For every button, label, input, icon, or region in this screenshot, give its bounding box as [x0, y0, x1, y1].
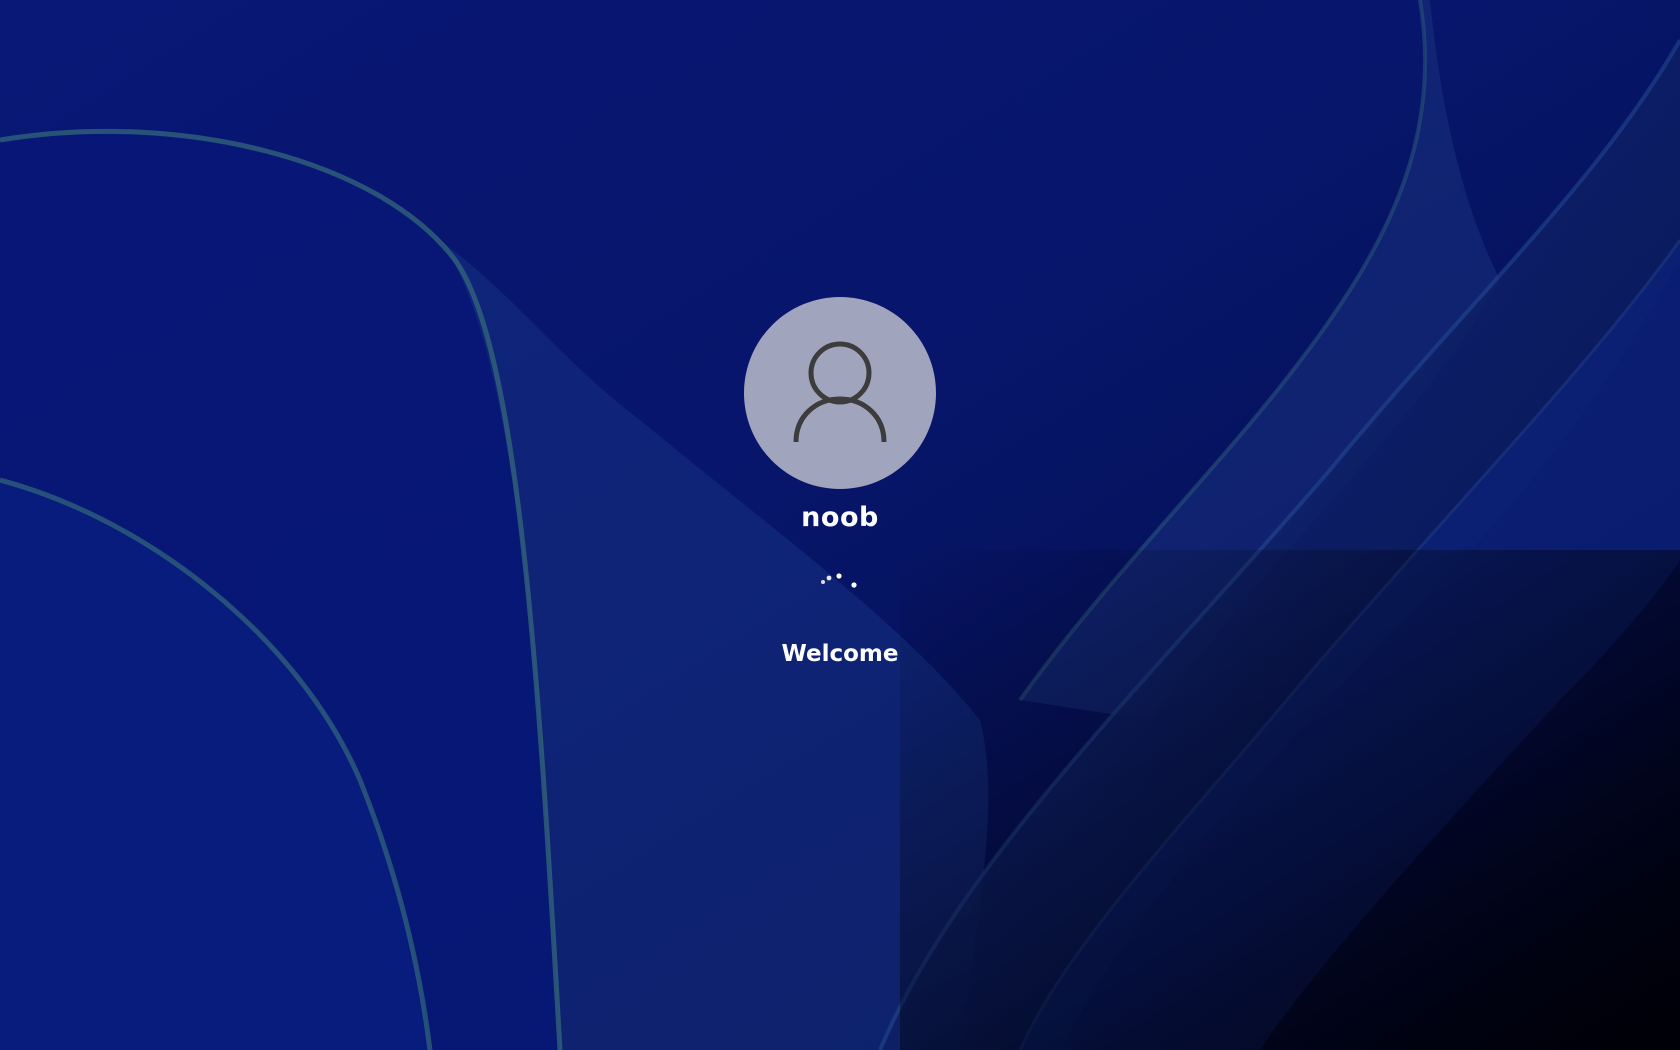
status-message: Welcome [781, 641, 899, 667]
user-avatar [744, 297, 936, 489]
user-silhouette-icon [793, 341, 887, 443]
lock-screen: noob Welcome [0, 0, 1680, 1050]
loading-dots-icon [821, 573, 857, 588]
login-panel: noob Welcome [0, 0, 1680, 1050]
user-name: noob [801, 502, 879, 533]
